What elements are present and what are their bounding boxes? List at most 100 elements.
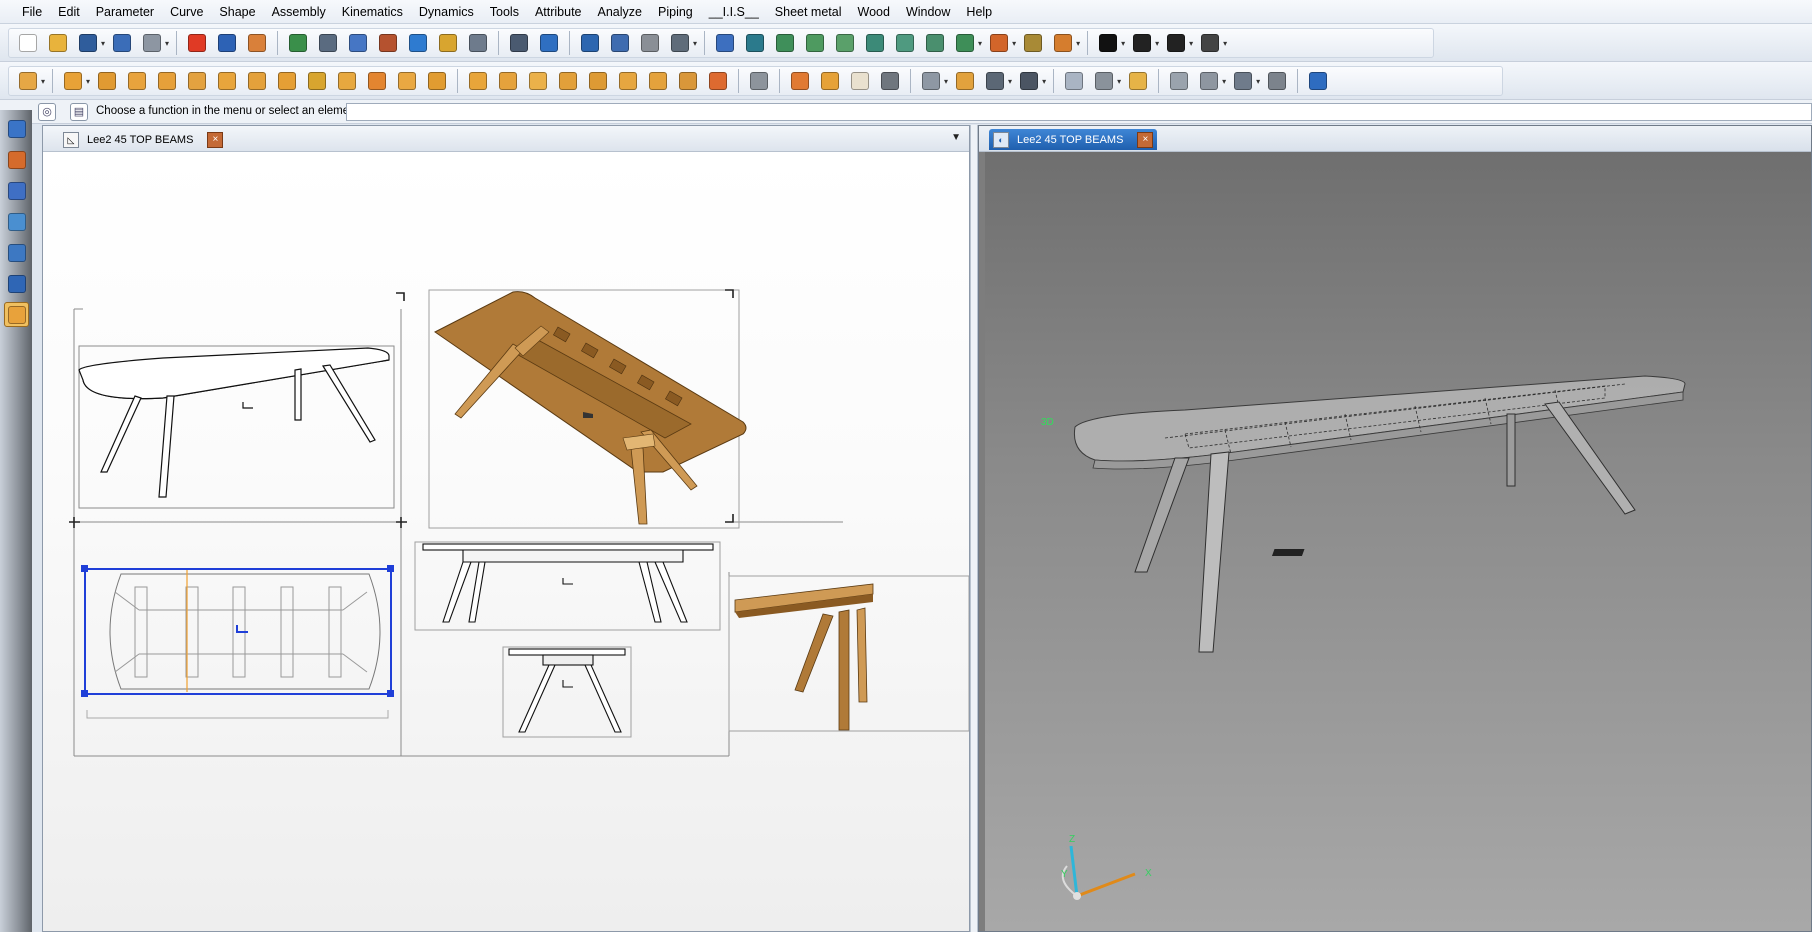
pipe-icon[interactable] (638, 31, 662, 55)
chevron-down-icon[interactable]: ▾ (41, 77, 45, 86)
tab-list-chevron-icon[interactable]: ▼ (951, 132, 961, 143)
sheet-bend-icon[interactable] (1017, 69, 1041, 93)
menu-dynamics[interactable]: Dynamics (411, 0, 482, 24)
wood-mortise-icon[interactable] (616, 69, 640, 93)
sweep-icon[interactable] (185, 69, 209, 93)
new-file-icon[interactable] (16, 31, 40, 55)
hatch-style-icon[interactable] (1198, 31, 1222, 55)
menu-analyze[interactable]: Analyze (590, 0, 650, 24)
pattern-icon[interactable] (1062, 69, 1086, 93)
point-style-icon[interactable] (1130, 31, 1154, 55)
line-style-icon[interactable] (1164, 31, 1188, 55)
cancel-command-icon[interactable]: ◎ (38, 103, 56, 121)
chevron-down-icon[interactable]: ▾ (1008, 77, 1012, 86)
table-top-view-selected[interactable] (81, 565, 394, 719)
magic-wand-icon[interactable] (436, 31, 460, 55)
wood-joint-icon[interactable] (496, 69, 520, 93)
bom-icon[interactable] (1167, 69, 1191, 93)
shell-icon[interactable] (245, 69, 269, 93)
chevron-down-icon[interactable]: ▾ (1012, 39, 1016, 48)
drill-icon[interactable] (275, 69, 299, 93)
parameters-icon[interactable] (346, 31, 370, 55)
tab-drawing[interactable]: ◺ Lee2 45 TOP BEAMS × (59, 129, 227, 150)
chevron-down-icon[interactable]: ▾ (101, 39, 105, 48)
measure-icon[interactable] (466, 31, 490, 55)
revolve-icon[interactable] (155, 69, 179, 93)
wood-face-icon[interactable] (848, 69, 872, 93)
table-iso-shaded-view[interactable] (434, 291, 747, 525)
solid-sphere-icon[interactable] (16, 69, 40, 93)
chevron-down-icon[interactable]: ▾ (1189, 39, 1193, 48)
tag-icon[interactable] (1126, 69, 1150, 93)
view-persp-icon[interactable] (953, 31, 977, 55)
wood-frame-icon[interactable] (788, 69, 812, 93)
mirror-icon[interactable] (1092, 69, 1116, 93)
hammer-icon[interactable] (376, 31, 400, 55)
view-iso-icon[interactable] (923, 31, 947, 55)
wood-block-icon[interactable] (878, 69, 902, 93)
menu-window[interactable]: Window (898, 0, 958, 24)
eraser-icon[interactable] (245, 31, 269, 55)
wood-corner-icon[interactable] (818, 69, 842, 93)
axis-triad[interactable]: X Y Z (1061, 834, 1152, 900)
tab-model[interactable]: ◐ Lee2 45 TOP BEAMS × (989, 129, 1158, 150)
table-front-view[interactable] (422, 543, 714, 623)
chevron-down-icon[interactable]: ▾ (1076, 39, 1080, 48)
sliders-icon[interactable] (608, 31, 632, 55)
table-side-view[interactable] (508, 648, 626, 733)
assembly-tree-icon[interactable] (1231, 69, 1255, 93)
light-icon[interactable] (1021, 31, 1045, 55)
chevron-down-icon[interactable]: ▾ (165, 39, 169, 48)
view-top-icon[interactable] (803, 31, 827, 55)
chevron-down-icon[interactable]: ▾ (1222, 77, 1226, 86)
chevron-down-icon[interactable]: ▾ (693, 39, 697, 48)
info-icon[interactable] (110, 31, 134, 55)
wood-cutlist-icon[interactable] (706, 69, 730, 93)
zoom-fit-icon[interactable] (743, 31, 767, 55)
chevron-down-icon[interactable]: ▾ (86, 77, 90, 86)
wood-drill-icon[interactable] (556, 69, 580, 93)
delete-icon[interactable] (185, 31, 209, 55)
table-3d-model[interactable] (1073, 375, 1686, 653)
chevron-down-icon[interactable]: ▾ (1256, 77, 1260, 86)
menu-assembly[interactable]: Assembly (264, 0, 334, 24)
material-icon[interactable] (1051, 31, 1075, 55)
tools-icon[interactable] (507, 31, 531, 55)
box-icon[interactable] (61, 69, 85, 93)
print-icon[interactable] (140, 31, 164, 55)
boolean-icon[interactable] (425, 69, 449, 93)
sketch-tool-icon[interactable] (4, 116, 29, 141)
wood-hardware-icon[interactable] (676, 69, 700, 93)
window-splitter[interactable] (970, 125, 978, 932)
drawing-tool-icon[interactable] (4, 271, 29, 296)
render-mode-icon[interactable] (987, 31, 1011, 55)
loft-icon[interactable] (215, 69, 239, 93)
chevron-down-icon[interactable]: ▾ (1223, 39, 1227, 48)
chevron-down-icon[interactable]: ▾ (1155, 39, 1159, 48)
curve-tool-icon[interactable] (4, 147, 29, 172)
menu-attribute[interactable]: Attribute (527, 0, 590, 24)
drawing-sheet[interactable] (43, 152, 969, 931)
extrude-icon[interactable] (125, 69, 149, 93)
trim-icon[interactable] (578, 31, 602, 55)
open-folder-icon[interactable] (46, 31, 70, 55)
assembly-tool-icon[interactable] (4, 240, 29, 265)
view-front-icon[interactable] (773, 31, 797, 55)
drawing-canvas[interactable] (43, 152, 969, 931)
color-icon[interactable] (1096, 31, 1120, 55)
wedge-icon[interactable] (95, 69, 119, 93)
wood-beam-icon[interactable] (466, 69, 490, 93)
snap-icon[interactable] (537, 31, 561, 55)
chamfer-icon[interactable] (365, 69, 389, 93)
brush-icon[interactable] (668, 31, 692, 55)
chevron-down-icon[interactable]: ▾ (1042, 77, 1046, 86)
close-model-tab-icon[interactable]: × (1137, 131, 1154, 148)
zoom-dynamic-icon[interactable] (316, 31, 340, 55)
grey-shape-icon[interactable] (1265, 69, 1289, 93)
pen-icon[interactable] (305, 69, 329, 93)
table-iso-wireframe-view[interactable] (78, 347, 390, 498)
save-icon[interactable] (76, 31, 100, 55)
solid-tool-icon[interactable] (4, 178, 29, 203)
view-left-icon[interactable] (863, 31, 887, 55)
menu-file[interactable]: File (14, 0, 50, 24)
